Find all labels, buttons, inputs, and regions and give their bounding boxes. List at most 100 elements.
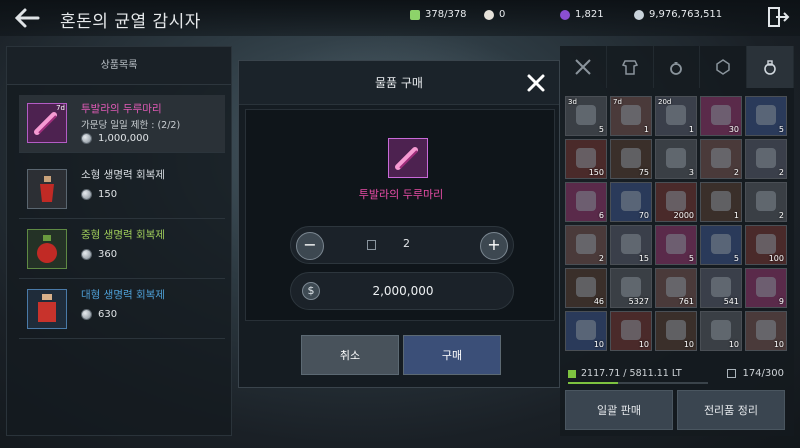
inventory-slot[interactable]: 10 [610, 311, 652, 351]
item-icon [756, 320, 776, 340]
slot-count: 46 [593, 297, 604, 306]
buy-button[interactable]: 구매 [403, 335, 501, 375]
bag-icon [727, 369, 737, 378]
shop-item-large-hp-potion[interactable]: 대형 생명력 회복제 630 [19, 281, 225, 339]
slot-count: 761 [678, 297, 694, 306]
tab-gem[interactable] [700, 46, 748, 88]
energy-icon [410, 9, 420, 20]
weight-display: 2117.71 / 5811.11 LT [568, 368, 682, 379]
inventory-slot[interactable]: 761 [655, 268, 697, 308]
tab-accessory[interactable] [654, 46, 701, 88]
tab-armor[interactable] [607, 46, 654, 88]
item-price-value: 630 [98, 309, 118, 320]
inventory-slot[interactable]: 10 [700, 311, 742, 351]
slot-count: 10 [638, 340, 649, 349]
weight-value: 2117.71 / 5811.11 LT [581, 368, 682, 379]
inventory-slot[interactable]: 2 [745, 139, 787, 179]
inventory-slot[interactable]: 100 [745, 225, 787, 265]
item-icon [576, 105, 596, 125]
total-price: $ 2,000,000 [290, 272, 514, 310]
inventory-slot[interactable]: 7d 1 [610, 96, 652, 136]
shop-item-small-hp-potion[interactable]: 소형 생명력 회복제 150 [19, 161, 225, 219]
inventory-slot[interactable]: 70 [610, 182, 652, 222]
item-price: 1,000,000 [81, 133, 149, 144]
energy-stat: 378/378 [410, 9, 467, 20]
inventory-slot[interactable]: 150 [565, 139, 607, 179]
inventory-slot[interactable]: 30 [700, 96, 742, 136]
slot-count: 1 [643, 125, 649, 134]
slot-count: 30 [728, 125, 739, 134]
inventory-slot[interactable]: 15 [610, 225, 652, 265]
inventory-slot[interactable]: 10 [745, 311, 787, 351]
inventory-slot[interactable]: 541 [700, 268, 742, 308]
item-icon [756, 105, 776, 125]
item-icon [621, 234, 641, 254]
inventory-slot[interactable]: 20d 1 [655, 96, 697, 136]
close-icon[interactable] [525, 72, 547, 94]
slot-usage-value: 174/300 [742, 368, 784, 379]
item-icon [621, 320, 641, 340]
slot-count: 1 [733, 211, 739, 220]
item-price-value: 1,000,000 [98, 133, 149, 144]
tab-consumables[interactable] [747, 46, 794, 88]
increase-quantity-button[interactable]: + [480, 232, 508, 260]
pearl-value: 0 [499, 9, 506, 20]
shop-item-medium-hp-potion[interactable]: 중형 생명력 회복제 360 [19, 221, 225, 279]
item-icon [576, 320, 596, 340]
inventory-slot[interactable]: 5 [655, 225, 697, 265]
inventory-slot[interactable]: 46 [565, 268, 607, 308]
item-icon [576, 234, 596, 254]
exit-icon[interactable] [766, 5, 790, 29]
item-icon [756, 191, 776, 211]
tab-weapons[interactable] [560, 46, 607, 88]
bulk-sell-button[interactable]: 일괄 판매 [565, 390, 673, 430]
inventory-slot[interactable]: 1 [700, 182, 742, 222]
inventory-slot[interactable]: 5 [700, 225, 742, 265]
item-name: 대형 생명력 회복제 [81, 289, 165, 301]
inventory-slot[interactable]: 10 [565, 311, 607, 351]
shop-item-tuvala-scroll[interactable]: 7d 투발라의 두루마리 가문당 일일 제한 : (2/2) 1,000,000 [19, 95, 225, 153]
inventory-slot[interactable]: 3 [655, 139, 697, 179]
silver-coin-icon [81, 249, 92, 260]
inventory-slot[interactable]: 3d 5 [565, 96, 607, 136]
inventory-slot[interactable]: 5327 [610, 268, 652, 308]
inventory-slot[interactable]: 10 [655, 311, 697, 351]
crystal-stat: 1,821 [560, 9, 604, 20]
slot-count: 2 [733, 168, 739, 177]
item-icon [756, 234, 776, 254]
item-timer: 7d [56, 104, 65, 112]
inventory-slot[interactable]: 5 [745, 96, 787, 136]
inventory-slot[interactable]: 9 [745, 268, 787, 308]
inventory-slot[interactable]: 75 [610, 139, 652, 179]
inventory-slot[interactable]: 6 [565, 182, 607, 222]
slot-usage: 174/300 [727, 368, 784, 379]
weight-bar-fill [568, 382, 619, 384]
quantity-value[interactable]: 2 [403, 237, 410, 250]
item-icon [756, 148, 776, 168]
quantity-stepper: − 2 + [290, 226, 514, 264]
slot-count: 5 [688, 254, 694, 263]
inventory-slot[interactable]: 2 [745, 182, 787, 222]
item-icon [666, 148, 686, 168]
slot-count: 75 [638, 168, 649, 177]
inventory-slot[interactable]: 2000 [655, 182, 697, 222]
item-price-value: 150 [98, 189, 118, 200]
back-arrow-icon[interactable] [12, 5, 42, 31]
potion-bag-icon [764, 60, 776, 75]
crystal-value: 1,821 [575, 9, 604, 20]
inventory-slot[interactable]: 2 [700, 139, 742, 179]
cancel-button[interactable]: 취소 [301, 335, 399, 375]
dialog-item-name: 투발라의 두루마리 [358, 188, 444, 201]
item-icon [666, 277, 686, 297]
decrease-quantity-button[interactable]: − [296, 232, 324, 260]
loot-sort-button[interactable]: 전리품 정리 [677, 390, 785, 430]
inventory-slot[interactable]: 2 [565, 225, 607, 265]
silver-icon [634, 9, 644, 20]
item-icon [576, 148, 596, 168]
item-icon [711, 320, 731, 340]
item-price: 630 [81, 309, 117, 320]
item-price: 150 [81, 189, 117, 200]
slot-count: 3 [688, 168, 694, 177]
slot-count: 10 [728, 340, 739, 349]
slot-count: 10 [683, 340, 694, 349]
